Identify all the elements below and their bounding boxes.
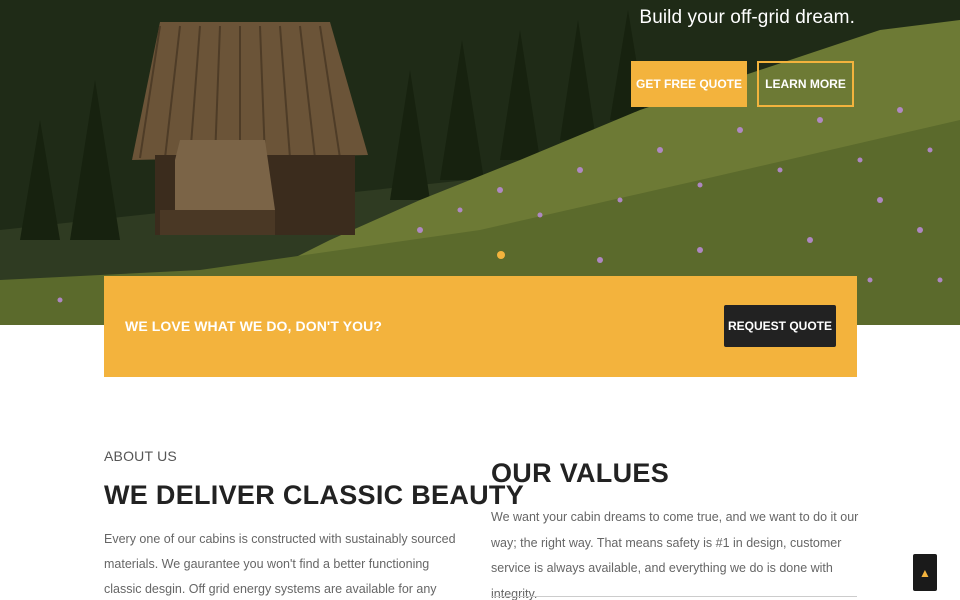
request-quote-button[interactable]: REQUEST QUOTE — [724, 305, 836, 347]
slider-dot[interactable] — [497, 251, 505, 259]
about-eyebrow: ABOUT US — [104, 448, 177, 464]
cta-text: WE LOVE WHAT WE DO, DON'T YOU? — [125, 318, 383, 334]
scroll-top-button[interactable]: ▲ — [913, 554, 937, 591]
get-free-quote-button[interactable]: GET FREE QUOTE — [631, 61, 747, 107]
hero-tagline: Build your off-grid dream. — [639, 7, 855, 28]
values-body: We want your cabin dreams to come true, … — [491, 510, 859, 600]
cta-band: WE LOVE WHAT WE DO, DON'T YOU? REQUEST Q… — [104, 276, 857, 377]
values-divider — [491, 596, 857, 597]
values-title: OUR VALUES — [491, 458, 670, 488]
about-body: Every one of our cabins is constructed w… — [104, 532, 456, 596]
about-title: WE DELIVER CLASSIC BEAUTY — [104, 480, 525, 510]
double-chevron-up-icon: ▲ — [919, 565, 931, 580]
learn-more-button[interactable]: LEARN MORE — [757, 61, 854, 107]
